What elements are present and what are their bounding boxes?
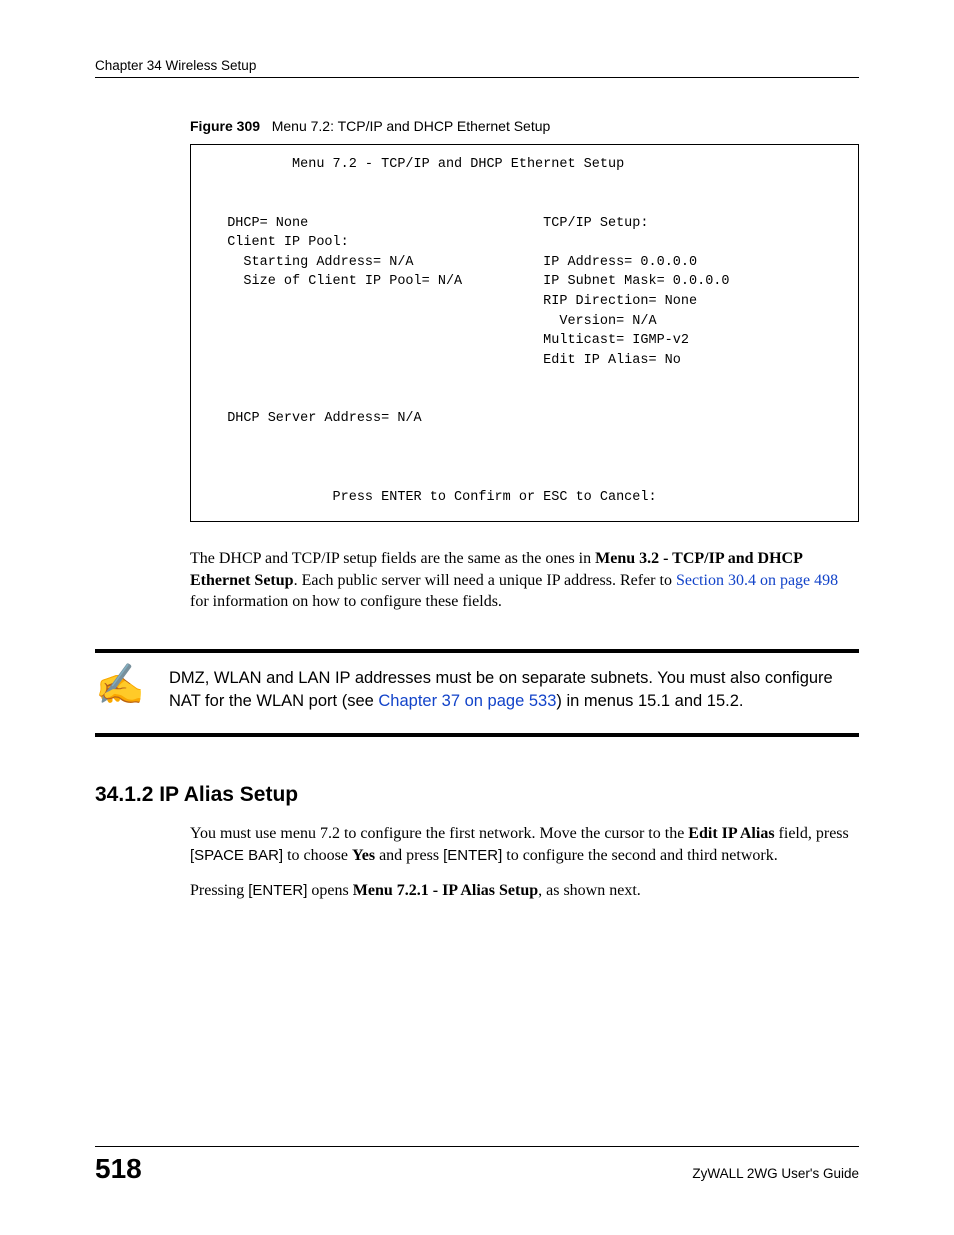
link-chapter-37[interactable]: Chapter 37 on page 533: [378, 692, 556, 710]
subnet-mask-field: IP Subnet Mask= 0.0.0.0: [543, 274, 729, 289]
figure-label: Figure 309: [190, 118, 260, 134]
note-callout: ✍ DMZ, WLAN and LAN IP addresses must be…: [95, 649, 859, 737]
terminal-output: Menu 7.2 - TCP/IP and DHCP Ethernet Setu…: [190, 144, 859, 522]
body-paragraph-1: The DHCP and TCP/IP setup fields are the…: [190, 548, 859, 613]
page-footer: 518 ZyWALL 2WG User's Guide: [95, 1146, 859, 1185]
figure-title: Menu 7.2: TCP/IP and DHCP Ethernet Setup: [272, 118, 551, 134]
multicast-field: Multicast= IGMP-v2: [543, 333, 689, 348]
dhcp-server-field: DHCP Server Address= N/A: [227, 411, 421, 426]
dhcp-field: DHCP= None: [227, 216, 308, 231]
footer-rule: [95, 1146, 859, 1147]
guide-name: ZyWALL 2WG User's Guide: [692, 1166, 859, 1181]
link-section-30-4[interactable]: Section 30.4 on page 498: [676, 572, 838, 589]
figure-caption: Figure 309 Menu 7.2: TCP/IP and DHCP Eth…: [190, 118, 859, 134]
terminal-title: Menu 7.2 - TCP/IP and DHCP Ethernet Setu…: [292, 157, 624, 172]
pool-size-field: Size of Client IP Pool= N/A: [243, 274, 462, 289]
ip-address-field: IP Address= 0.0.0.0: [543, 255, 697, 270]
section-heading-ip-alias: 34.1.2 IP Alias Setup: [95, 783, 859, 807]
starting-address-field: Starting Address= N/A: [243, 255, 413, 270]
note-text: DMZ, WLAN and LAN IP addresses must be o…: [169, 667, 859, 713]
page-number: 518: [95, 1153, 142, 1185]
section-paragraph-2: Pressing [ENTER] opens Menu 7.2.1 - IP A…: [190, 880, 859, 902]
terminal-prompt: Press ENTER to Confirm or ESC to Cancel:: [333, 490, 657, 505]
rip-version-field: Version= N/A: [559, 314, 656, 329]
edit-ip-alias-field: Edit IP Alias= No: [543, 353, 681, 368]
client-pool-label: Client IP Pool:: [227, 235, 349, 250]
rip-direction-field: RIP Direction= None: [543, 294, 697, 309]
section-paragraph-1: You must use menu 7.2 to configure the f…: [190, 823, 859, 866]
header-rule: [95, 77, 859, 78]
note-icon: ✍: [95, 665, 143, 705]
tcpip-label: TCP/IP Setup:: [543, 216, 648, 231]
running-header: Chapter 34 Wireless Setup: [95, 58, 859, 73]
